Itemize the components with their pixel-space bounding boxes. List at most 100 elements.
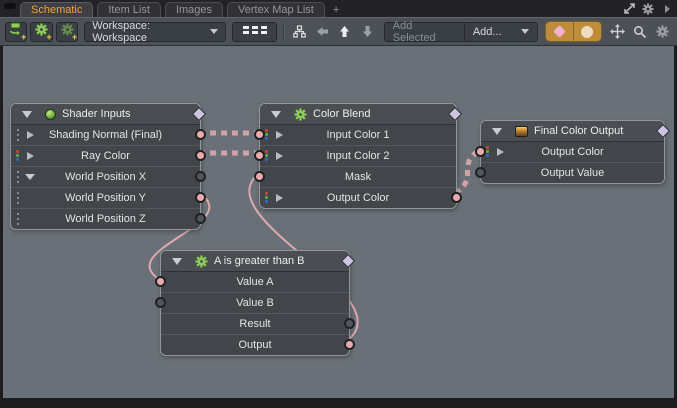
output-port[interactable] bbox=[451, 192, 462, 203]
node-title: Shader Inputs bbox=[62, 108, 131, 120]
row-label: Output bbox=[161, 335, 349, 355]
node-row[interactable]: Output Color bbox=[481, 142, 664, 162]
diamond-toggle-icon bbox=[553, 25, 566, 38]
layout-grid-button[interactable] bbox=[232, 22, 277, 42]
node-header[interactable]: Final Color Output bbox=[481, 121, 664, 142]
arrow-left-icon[interactable] bbox=[312, 22, 331, 42]
row-label: Value A bbox=[161, 272, 349, 292]
output-port[interactable] bbox=[195, 171, 206, 182]
row-label: Ray Color bbox=[11, 146, 200, 166]
node-header[interactable]: A is greater than B bbox=[161, 251, 349, 272]
tab-images[interactable]: Images bbox=[165, 2, 223, 17]
row-label: Output Value bbox=[481, 163, 664, 183]
chevron-down-icon bbox=[521, 29, 529, 34]
row-label: Input Color 1 bbox=[260, 125, 456, 145]
collapse-icon[interactable] bbox=[22, 111, 32, 118]
row-label: Output Color bbox=[260, 188, 456, 208]
node-row[interactable]: Ray Color bbox=[11, 145, 200, 166]
input-port[interactable] bbox=[254, 171, 265, 182]
node-color-blend[interactable]: Color Blend Input Color 1Input Color 2Mas… bbox=[259, 103, 457, 209]
add-selected-button[interactable]: Add Selected bbox=[385, 23, 464, 41]
output-port[interactable] bbox=[195, 150, 206, 161]
layout-grid-icon bbox=[242, 23, 268, 41]
output-port[interactable] bbox=[195, 213, 206, 224]
input-port[interactable] bbox=[475, 146, 486, 157]
node-header[interactable]: Color Blend bbox=[260, 104, 456, 125]
tab-bar: Schematic Item List Images Vertex Map List + bbox=[0, 0, 677, 17]
node-row[interactable]: Value A bbox=[161, 272, 349, 292]
node-header[interactable]: Shader Inputs bbox=[11, 104, 200, 125]
node-row[interactable]: Output bbox=[161, 334, 349, 355]
input-port[interactable] bbox=[254, 150, 265, 161]
collapse-icon[interactable] bbox=[492, 128, 502, 135]
chevron-down-icon bbox=[210, 29, 218, 34]
row-label: World Position X bbox=[11, 167, 200, 187]
gear-icon[interactable] bbox=[641, 2, 655, 15]
node-row[interactable]: Mask bbox=[260, 166, 456, 187]
schematic-toolbar: + + + Workspace: Workspace Add Selected bbox=[0, 17, 677, 46]
gear-icon bbox=[294, 108, 307, 121]
node-row[interactable]: World Position X bbox=[11, 166, 200, 187]
output-port[interactable] bbox=[344, 339, 355, 350]
pan-icon[interactable] bbox=[608, 22, 627, 42]
collapse-icon[interactable] bbox=[172, 258, 182, 265]
tab-vertex-map-list[interactable]: Vertex Map List bbox=[227, 2, 325, 17]
zoom-icon[interactable] bbox=[630, 22, 649, 42]
input-port[interactable] bbox=[475, 167, 486, 178]
row-label: Shading Normal (Final) bbox=[11, 125, 200, 145]
arrow-up-icon[interactable] bbox=[335, 22, 354, 42]
circle-toggle-button[interactable] bbox=[573, 22, 601, 41]
window-controls bbox=[622, 2, 674, 15]
output-port[interactable] bbox=[195, 192, 206, 203]
row-label: Mask bbox=[260, 167, 456, 187]
arrow-down-icon[interactable] bbox=[357, 22, 376, 42]
row-label: Value B bbox=[161, 293, 349, 313]
node-row[interactable]: Shading Normal (Final) bbox=[11, 125, 200, 145]
flyout-arrow-icon[interactable] bbox=[660, 2, 674, 15]
node-final-color-output[interactable]: Final Color Output Output ColorOutput Val… bbox=[480, 120, 665, 184]
node-row[interactable]: Result bbox=[161, 313, 349, 334]
expand-icon[interactable] bbox=[622, 2, 636, 15]
port-display-toggles bbox=[545, 21, 602, 42]
workspace-dropdown-label: Workspace: Workspace bbox=[92, 20, 204, 44]
node-row[interactable]: Input Color 2 bbox=[260, 145, 456, 166]
node-row[interactable]: Output Value bbox=[481, 162, 664, 183]
sphere-icon bbox=[45, 109, 56, 120]
tab-strip: Schematic Item List Images Vertex Map List + bbox=[20, 2, 347, 17]
node-title: A is greater than B bbox=[214, 255, 305, 267]
node-shader-inputs[interactable]: Shader Inputs Shading Normal (Final)Ray C… bbox=[10, 103, 201, 230]
gear-icon[interactable] bbox=[653, 22, 672, 42]
panel-grip[interactable] bbox=[4, 3, 16, 9]
collapse-icon[interactable] bbox=[271, 111, 281, 118]
node-a-greater-b[interactable]: A is greater than B Value AValue BResultO… bbox=[160, 250, 350, 356]
diamond-toggle-button[interactable] bbox=[546, 22, 573, 41]
workspace-dropdown[interactable]: Workspace: Workspace bbox=[84, 22, 226, 42]
node-row[interactable]: Value B bbox=[161, 292, 349, 313]
node-row[interactable]: Output Color bbox=[260, 187, 456, 208]
node-title: Color Blend bbox=[313, 108, 370, 120]
node-row[interactable]: Input Color 1 bbox=[260, 125, 456, 145]
output-port[interactable] bbox=[195, 129, 206, 140]
tab--[interactable]: + bbox=[329, 3, 343, 17]
add-gear-link-button[interactable]: + bbox=[56, 22, 78, 42]
add-node-button[interactable]: + bbox=[5, 22, 27, 42]
image-icon bbox=[515, 126, 528, 137]
node-row[interactable]: World Position Z bbox=[11, 208, 200, 229]
add-gear-button[interactable]: + bbox=[30, 22, 52, 42]
tab-item-list[interactable]: Item List bbox=[97, 2, 161, 17]
row-label: Result bbox=[161, 314, 349, 334]
schematic-canvas[interactable]: Shader Inputs Shading Normal (Final)Ray C… bbox=[3, 46, 674, 398]
output-port[interactable] bbox=[344, 318, 355, 329]
add-menu-dropdown[interactable]: Add... bbox=[464, 23, 537, 41]
row-label: Input Color 2 bbox=[260, 146, 456, 166]
node-title: Final Color Output bbox=[534, 125, 623, 137]
hierarchy-icon[interactable] bbox=[290, 22, 309, 42]
add-group: Add Selected Add... bbox=[384, 22, 538, 42]
circle-toggle-icon bbox=[581, 26, 593, 38]
node-row[interactable]: World Position Y bbox=[11, 187, 200, 208]
input-port[interactable] bbox=[155, 297, 166, 308]
input-port[interactable] bbox=[155, 276, 166, 287]
tab-schematic[interactable]: Schematic bbox=[20, 2, 93, 17]
input-port[interactable] bbox=[254, 129, 265, 140]
gear-icon bbox=[195, 255, 208, 268]
